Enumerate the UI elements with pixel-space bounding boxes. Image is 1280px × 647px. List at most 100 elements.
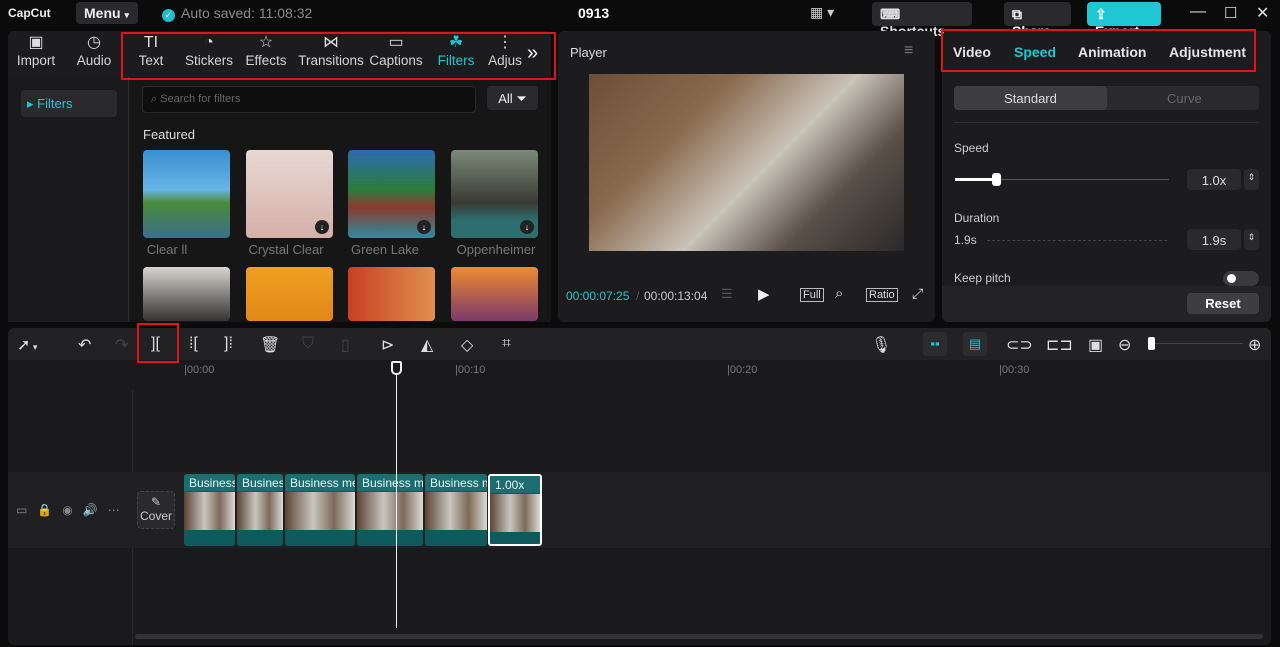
- main-track-magnet-icon[interactable]: ▪▪: [923, 332, 947, 356]
- delete-icon[interactable]: 🗑: [260, 335, 280, 355]
- crop-icon[interactable]: ⌗: [502, 335, 511, 353]
- shortcuts-button[interactable]: ⌨ Shortcuts: [872, 2, 972, 39]
- reset-button[interactable]: Reset: [1187, 293, 1259, 314]
- zoom-to-fit-icon[interactable]: ▣: [1088, 335, 1103, 355]
- share-button[interactable]: ⧉ Share: [1004, 2, 1071, 39]
- close-icon[interactable]: ✕: [1256, 3, 1269, 23]
- filter-name: Green Lake: [351, 242, 419, 257]
- zoom-in-icon[interactable]: ⊕: [1248, 335, 1261, 355]
- keep-pitch-label: Keep pitch: [954, 271, 1011, 285]
- playhead[interactable]: [396, 368, 397, 628]
- lock-icon[interactable]: 🔒: [37, 503, 62, 517]
- chevron-down-icon: ▾: [124, 10, 129, 20]
- ruler-label: |00:10: [455, 364, 486, 376]
- redo-icon[interactable]: ↷: [115, 335, 128, 355]
- fullscreen-icon[interactable]: ⤢: [912, 285, 923, 302]
- highlight-box: [121, 32, 556, 80]
- reverse-icon[interactable]: ⊳: [381, 335, 394, 355]
- project-title: 0913: [578, 5, 610, 21]
- video-clip[interactable]: Busines: [237, 474, 283, 546]
- tab-import[interactable]: ▣ Import: [12, 33, 60, 68]
- all-label: All: [498, 91, 513, 106]
- ruler-label: |00:30: [999, 364, 1030, 376]
- microphone-icon[interactable]: 🎙: [871, 335, 891, 355]
- download-icon[interactable]: ↓: [315, 220, 329, 234]
- current-time: 00:00:07:25: [566, 289, 630, 303]
- video-clip[interactable]: Business me: [285, 474, 355, 546]
- filter-name: Clear ll: [146, 242, 188, 257]
- speed-stepper-icon[interactable]: ⇕: [1244, 169, 1259, 190]
- filter-thumb[interactable]: [348, 267, 435, 321]
- duration-original: 1.9s: [954, 233, 977, 247]
- download-icon[interactable]: ↓: [417, 220, 431, 234]
- ruler-label: |00:00: [184, 364, 215, 376]
- filter-thumb[interactable]: ↓: [246, 150, 333, 238]
- filter-thumb[interactable]: [451, 267, 538, 321]
- zoom-fit-icon[interactable]: ⌕: [835, 285, 843, 302]
- split-right-icon[interactable]: ]⁞: [224, 335, 233, 353]
- share-icon: ⧉: [1012, 6, 1022, 22]
- full-button[interactable]: Full: [800, 288, 824, 302]
- marker-icon[interactable]: ⛉: [302, 335, 314, 353]
- autosave-status: ✓ Auto saved: 11:08:32: [162, 5, 312, 22]
- select-tool-icon[interactable]: ➚ ▾: [17, 335, 37, 355]
- track-video-icon[interactable]: ▭: [16, 503, 37, 517]
- maximize-icon[interactable]: ☐: [1224, 4, 1237, 22]
- filter-all-button[interactable]: All ⏷: [487, 86, 538, 110]
- ratio-button[interactable]: Ratio: [866, 288, 898, 302]
- split-left-icon[interactable]: ⁞[: [189, 335, 198, 353]
- zoom-out-icon[interactable]: ⊖: [1118, 335, 1131, 355]
- audio-icon: ◷: [87, 34, 101, 51]
- link-icon[interactable]: ⊂⊃: [1006, 335, 1033, 355]
- clip-label: Business me: [357, 474, 423, 491]
- title-bar: CapCut Menu ▾ ✓ Auto saved: 11:08:32 0913…: [0, 0, 1280, 39]
- menu-button[interactable]: Menu ▾: [76, 2, 138, 24]
- video-preview[interactable]: [589, 74, 904, 251]
- mode-standard[interactable]: Standard: [954, 86, 1107, 110]
- timeline-scrollbar[interactable]: [135, 634, 1263, 639]
- filter-thumb[interactable]: ↓: [348, 150, 435, 238]
- clip-label: Busines: [237, 474, 283, 491]
- filter-thumb[interactable]: ↓: [451, 150, 538, 238]
- snap-icon[interactable]: ▤: [963, 332, 987, 356]
- preview-axis-icon[interactable]: ⊏⊐: [1046, 335, 1073, 355]
- sidebar-item-filters[interactable]: ▸ Filters: [21, 90, 117, 117]
- volume-icon[interactable]: 🔊: [83, 503, 108, 517]
- undo-icon[interactable]: ↶: [78, 335, 91, 355]
- duration-stepper-icon[interactable]: ⇕: [1244, 229, 1259, 250]
- zoom-slider-handle[interactable]: [1148, 337, 1155, 350]
- search-input[interactable]: ⌕ Search for filters: [142, 86, 476, 113]
- filter-thumb[interactable]: [246, 267, 333, 321]
- video-clip-selected[interactable]: 1.00x: [488, 474, 542, 546]
- duration-input[interactable]: 1.9s: [1187, 229, 1241, 250]
- player-menu-icon[interactable]: ≡: [904, 42, 913, 60]
- more-icon[interactable]: ⋯: [108, 503, 130, 517]
- video-clip[interactable]: Business m: [425, 474, 487, 546]
- keep-pitch-toggle[interactable]: [1223, 271, 1259, 286]
- speed-slider-handle[interactable]: [992, 173, 1001, 186]
- play-icon[interactable]: ▶: [758, 285, 770, 303]
- video-clip[interactable]: Business: [184, 474, 235, 546]
- audio-meter-icon: ☰: [721, 286, 733, 301]
- zoom-slider[interactable]: [1148, 343, 1243, 344]
- download-icon[interactable]: ↓: [520, 220, 534, 234]
- export-button[interactable]: ⇪ Export: [1087, 2, 1161, 39]
- freeze-icon[interactable]: ▯: [341, 335, 350, 355]
- highlight-box: [137, 323, 179, 363]
- video-clip[interactable]: Business me: [357, 474, 423, 546]
- rotate-icon[interactable]: ◇: [461, 335, 473, 355]
- eye-icon[interactable]: ◉: [62, 503, 82, 517]
- cover-button[interactable]: ✎ Cover: [137, 491, 175, 529]
- menu-label: Menu: [84, 5, 121, 21]
- mode-curve[interactable]: Curve: [1167, 91, 1202, 106]
- tab-audio[interactable]: ◷ Audio: [72, 33, 116, 68]
- mirror-icon[interactable]: ◭: [421, 335, 433, 355]
- speed-input[interactable]: 1.0x: [1187, 169, 1241, 190]
- minimize-icon[interactable]: —: [1190, 3, 1206, 21]
- filter-thumb[interactable]: [143, 267, 230, 321]
- layout-icon[interactable]: ▦ ▾: [810, 4, 834, 21]
- playhead-handle[interactable]: [391, 361, 402, 375]
- filter-thumb[interactable]: [143, 150, 230, 238]
- clip-label: Business: [184, 474, 235, 491]
- highlight-box: [941, 29, 1256, 72]
